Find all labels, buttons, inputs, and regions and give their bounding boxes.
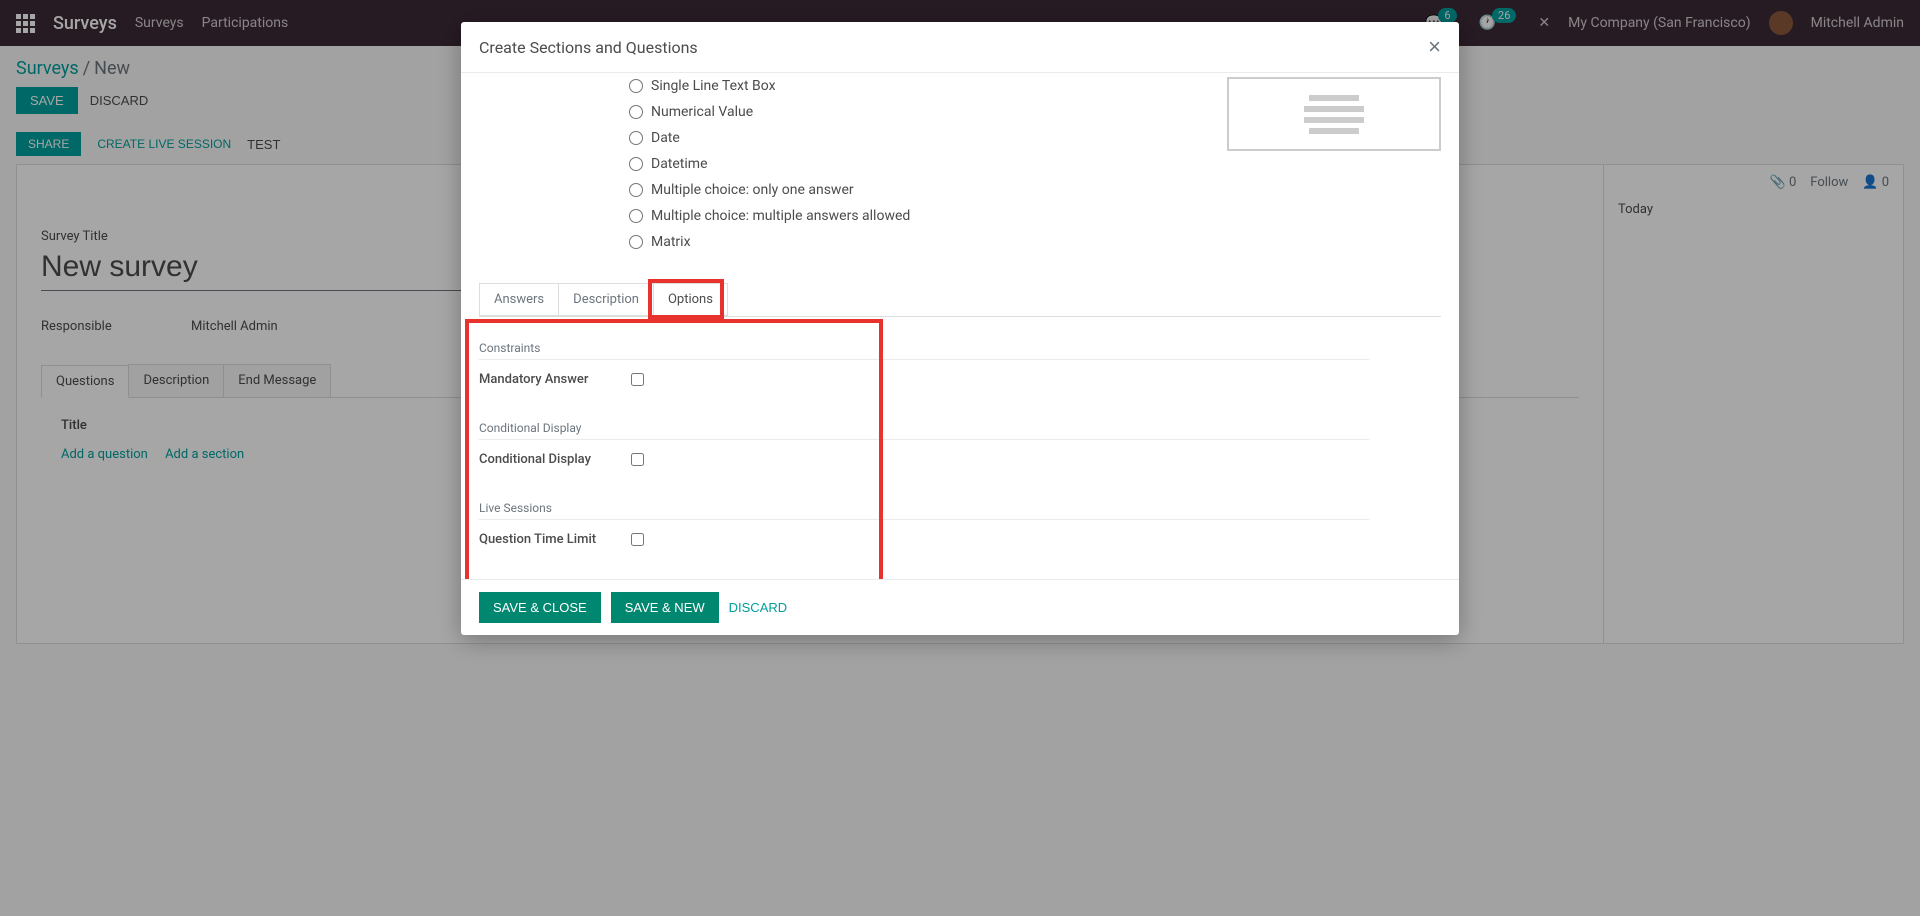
- save-close-button[interactable]: SAVE & CLOSE: [479, 592, 601, 623]
- qtype-mc-multi[interactable]: Multiple choice: multiple answers allowe…: [629, 203, 1187, 229]
- conditional-label: Conditional Display: [479, 452, 631, 467]
- qtype-date[interactable]: Date: [629, 125, 1187, 151]
- qtype-numerical[interactable]: Numerical Value: [629, 99, 1187, 125]
- conditional-checkbox[interactable]: [631, 453, 644, 466]
- time-limit-checkbox[interactable]: [631, 533, 644, 546]
- qtype-matrix[interactable]: Matrix: [629, 229, 1187, 255]
- modal-discard-button[interactable]: DISCARD: [729, 600, 788, 615]
- save-new-button[interactable]: SAVE & NEW: [611, 592, 719, 623]
- create-question-modal: Create Sections and Questions × Single L…: [461, 22, 1459, 635]
- qtype-single-line[interactable]: Single Line Text Box: [629, 73, 1187, 99]
- modal-tab-description[interactable]: Description: [558, 283, 654, 316]
- mandatory-label: Mandatory Answer: [479, 372, 631, 387]
- time-limit-label: Question Time Limit: [479, 532, 631, 547]
- modal-tab-answers[interactable]: Answers: [479, 283, 559, 316]
- modal-footer: SAVE & CLOSE SAVE & NEW DISCARD: [461, 579, 1459, 635]
- modal-tab-options[interactable]: Options: [653, 283, 728, 316]
- question-type-list: Single Line Text Box Numerical Value Dat…: [479, 73, 1187, 255]
- section-live-title: Live Sessions: [479, 495, 1369, 520]
- question-preview-icon: [1227, 77, 1441, 151]
- qtype-datetime[interactable]: Datetime: [629, 151, 1187, 177]
- section-constraints-title: Constraints: [479, 335, 1369, 360]
- section-conditional-title: Conditional Display: [479, 415, 1369, 440]
- modal-title: Create Sections and Questions: [479, 38, 698, 57]
- qtype-mc-one[interactable]: Multiple choice: only one answer: [629, 177, 1187, 203]
- close-icon[interactable]: ×: [1428, 36, 1441, 58]
- mandatory-checkbox[interactable]: [631, 373, 644, 386]
